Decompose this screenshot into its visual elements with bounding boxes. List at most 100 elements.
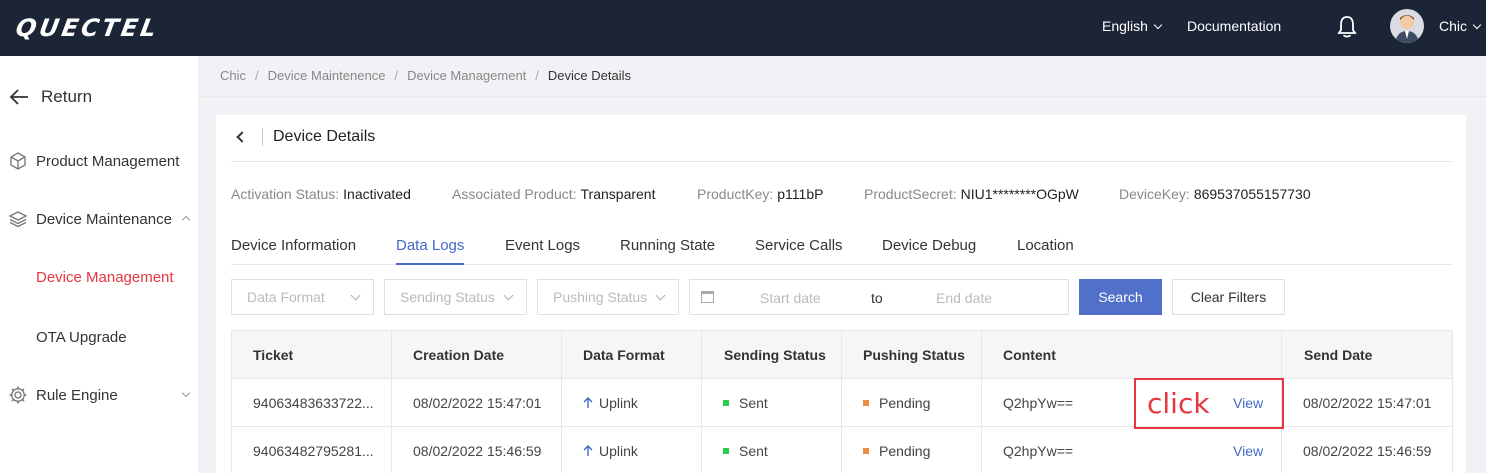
page-title: Device Details (273, 128, 376, 145)
tab-device-information[interactable]: Device Information (231, 237, 356, 265)
breadcrumb-item[interactable]: Chic (220, 68, 246, 83)
status-dot (863, 400, 869, 406)
column-divider (391, 331, 392, 473)
content-cell: Q2hpYw== (1003, 443, 1074, 459)
bell-icon[interactable] (1336, 14, 1358, 40)
language-label: English (1102, 18, 1148, 34)
breadcrumb: Chic / Device Maintenence / Device Managemen… (220, 68, 632, 83)
status-dot (863, 448, 869, 454)
divider (198, 96, 1486, 97)
quectel-logo[interactable]: QUECTEL (14, 14, 162, 42)
table-header: Ticket Creation Date Data Format Sending… (232, 331, 1452, 379)
breadcrumb-item[interactable]: Device Maintenence (268, 68, 386, 83)
chevron-up-icon (181, 215, 191, 225)
sidebar-item-label: Rule Engine (36, 386, 118, 404)
tab-device-debug[interactable]: Device Debug (882, 237, 976, 265)
data-format-cell: Uplink (583, 443, 638, 459)
send-date-cell: 08/02/2022 15:47:01 (1303, 395, 1432, 411)
breadcrumb-current: Device Details (547, 68, 632, 83)
search-button[interactable]: Search (1079, 279, 1162, 315)
column-header-content: Content (1003, 347, 1056, 363)
user-menu[interactable]: Chic (1439, 18, 1482, 34)
chevron-down-icon (1153, 20, 1163, 30)
sending-status-cell: Sent (723, 443, 768, 459)
ticket-cell: 94063482795281... (253, 443, 374, 459)
return-label: Return (41, 87, 93, 106)
sidebar-item-device-management[interactable]: Device Management (36, 269, 174, 286)
column-header-data-format: Data Format (583, 347, 665, 363)
arrow-up-icon (583, 397, 593, 408)
gear-icon (9, 386, 27, 404)
tab-location[interactable]: Location (1017, 237, 1074, 265)
column-divider (701, 331, 702, 473)
sidebar: Return Product Management Device Mainten… (0, 56, 198, 473)
column-header-send-date: Send Date (1304, 347, 1373, 363)
sidebar-item-label: Device Maintenance (36, 210, 172, 228)
sending-status-select[interactable]: Sending Status (384, 279, 527, 315)
sidebar-item-label: Product Management (36, 152, 180, 170)
sidebar-item-device-maintenance[interactable]: Device Maintenance (0, 199, 198, 239)
info-device-key: DeviceKey: 869537055157730 (1119, 186, 1311, 202)
date-range-picker[interactable]: Start date to End date (689, 279, 1069, 315)
divider (262, 128, 263, 146)
language-selector[interactable]: English (1102, 18, 1163, 34)
sending-status-cell: Sent (723, 395, 768, 411)
status-dot (723, 400, 729, 406)
data-format-cell: Uplink (583, 395, 638, 411)
creation-date-cell: 08/02/2022 15:46:59 (413, 443, 542, 459)
calendar-icon (701, 291, 714, 303)
card-header: Device Details (232, 128, 375, 146)
sidebar-item-product-management[interactable]: Product Management (0, 141, 198, 181)
column-divider (841, 331, 842, 473)
documentation-link[interactable]: Documentation (1187, 18, 1281, 34)
chevron-down-icon (503, 290, 514, 301)
info-activation-status: Activation Status: Inactivated (231, 186, 411, 202)
tab-running-state[interactable]: Running State (620, 237, 715, 265)
chevron-down-icon (350, 290, 361, 301)
clear-filters-button[interactable]: Clear Filters (1172, 279, 1285, 315)
column-header-pushing-status: Pushing Status (863, 347, 965, 363)
arrow-up-icon (583, 445, 593, 456)
pushing-status-cell: Pending (863, 395, 930, 411)
view-link[interactable]: View (1233, 443, 1263, 459)
column-header-ticket: Ticket (253, 347, 294, 363)
info-product-secret: ProductSecret: NIU1********OGpW (864, 186, 1079, 202)
date-separator: to (871, 290, 883, 306)
user-name-label: Chic (1439, 18, 1468, 34)
chevron-down-icon (1472, 20, 1482, 30)
end-date-input[interactable]: End date (936, 290, 992, 306)
click-annotation-label: click (1147, 387, 1210, 420)
sidebar-item-ota-upgrade[interactable]: OTA Upgrade (36, 329, 127, 346)
top-navbar: QUECTEL English Documentation Chic (0, 0, 1486, 56)
return-button[interactable]: Return (8, 86, 92, 108)
table-row: 94063482795281... 08/02/2022 15:46:59 Up… (232, 427, 1452, 473)
arrow-left-icon (9, 89, 28, 105)
start-date-input[interactable]: Start date (760, 290, 821, 306)
chevron-down-icon (655, 290, 666, 301)
chevron-down-icon (181, 388, 191, 398)
info-product-key: ProductKey: p111bP (697, 186, 824, 202)
tab-data-logs[interactable]: Data Logs (396, 237, 465, 265)
cube-icon (10, 152, 26, 170)
tab-service-calls[interactable]: Service Calls (755, 237, 843, 265)
pushing-status-cell: Pending (863, 443, 930, 459)
ticket-cell: 94063483633722... (253, 395, 374, 411)
content-cell: Q2hpYw== (1003, 395, 1074, 411)
pushing-status-select[interactable]: Pushing Status (537, 279, 679, 315)
column-header-creation-date: Creation Date (413, 347, 505, 363)
send-date-cell: 08/02/2022 15:46:59 (1303, 443, 1432, 459)
data-format-select[interactable]: Data Format (231, 279, 374, 315)
sidebar-item-rule-engine[interactable]: Rule Engine (0, 375, 198, 415)
breadcrumb-item[interactable]: Device Management (407, 68, 526, 83)
status-dot (723, 448, 729, 454)
tab-event-logs[interactable]: Event Logs (505, 237, 580, 265)
creation-date-cell: 08/02/2022 15:47:01 (413, 395, 542, 411)
chevron-left-icon[interactable] (236, 131, 248, 143)
avatar[interactable] (1390, 9, 1424, 43)
tab-bar: Device Information Data Logs Event Logs … (231, 237, 1453, 265)
divider (231, 161, 1453, 162)
column-divider (981, 331, 982, 473)
column-divider (561, 331, 562, 473)
info-associated-product: Associated Product: Transparent (452, 186, 656, 202)
column-header-sending-status: Sending Status (724, 347, 826, 363)
